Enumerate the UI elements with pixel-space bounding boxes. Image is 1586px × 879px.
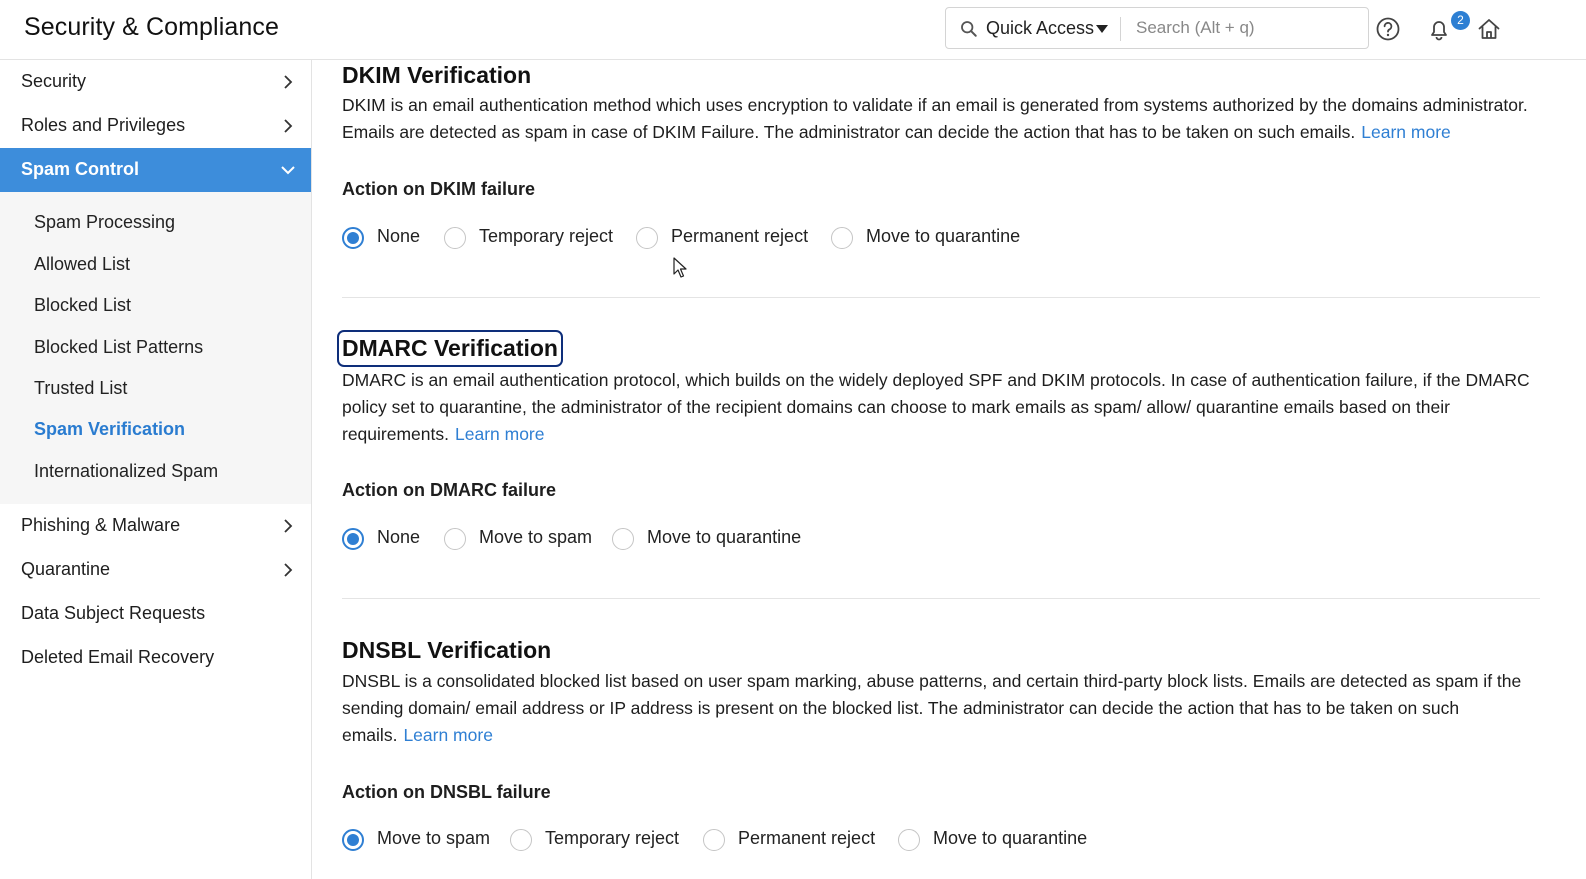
search-divider: [1120, 17, 1121, 41]
help-circle-icon[interactable]: [1375, 16, 1401, 42]
radio-label: Move to quarantine: [866, 226, 1021, 246]
sidebar-item-label: Roles and Privileges: [21, 115, 186, 135]
sidebar-item-security[interactable]: Security: [0, 60, 311, 104]
dkim-description: DKIM is an email authentication method w…: [342, 92, 1542, 146]
submenu-item-blocked-list-patterns[interactable]: Blocked List Patterns: [34, 337, 203, 358]
radio-circle[interactable]: [612, 528, 634, 550]
dnsbl-learn-more-link[interactable]: Learn more: [403, 725, 493, 745]
submenu-item-trusted-list[interactable]: Trusted List: [34, 378, 127, 399]
dmarc-description: DMARC is an email authentication protoco…: [342, 367, 1542, 448]
radio-circle[interactable]: [444, 227, 466, 249]
radio-circle[interactable]: [703, 829, 725, 851]
sidebar-item-spam-control[interactable]: Spam Control: [0, 148, 311, 192]
sidebar-item-deleted-email-recovery[interactable]: Deleted Email Recovery: [0, 636, 311, 680]
caret-down-icon[interactable]: [1096, 25, 1108, 33]
radio-label: Move to quarantine: [647, 527, 802, 547]
radio-circle[interactable]: [898, 829, 920, 851]
radio-label: None: [377, 527, 421, 547]
chevron-down-icon: [281, 166, 295, 175]
radio-label: Temporary reject: [479, 226, 614, 246]
dnsbl-description: DNSBL is a consolidated blocked list bas…: [342, 668, 1542, 749]
chevron-right-icon: [284, 563, 293, 577]
submenu-item-internationalized-spam[interactable]: Internationalized Spam: [34, 461, 218, 482]
search-input[interactable]: [1136, 14, 1356, 42]
dkim-action-label: Action on DKIM failure: [342, 179, 535, 199]
chevron-right-icon: [284, 75, 293, 89]
app-title: Security & Compliance: [24, 13, 279, 41]
quick-access-dropdown[interactable]: Quick Access: [986, 18, 1094, 39]
radio-label: Move to quarantine: [933, 828, 1088, 848]
sidebar: Security Roles and Privileges Spam Contr…: [0, 60, 312, 879]
dmarc-section-title: DMARC Verification: [337, 330, 563, 367]
submenu-item-allowed-list[interactable]: Allowed List: [34, 254, 130, 275]
dkim-description-text: DKIM is an email authentication method w…: [342, 95, 1528, 142]
radio-label: Permanent reject: [738, 828, 876, 848]
radio-circle[interactable]: [342, 227, 364, 249]
radio-label: Permanent reject: [671, 226, 809, 246]
submenu-item-spam-verification[interactable]: Spam Verification: [34, 419, 185, 440]
dmarc-action-label: Action on DMARC failure: [342, 480, 556, 500]
sidebar-item-label: Quarantine: [21, 559, 111, 579]
sidebar-item-roles-and-privileges[interactable]: Roles and Privileges: [0, 104, 311, 148]
radio-circle[interactable]: [510, 829, 532, 851]
spam-control-submenu: Spam Processing Allowed List Blocked Lis…: [0, 192, 311, 504]
dnsbl-section-title: DNSBL Verification: [342, 637, 552, 663]
search-icon: [961, 21, 977, 37]
radio-circle[interactable]: [342, 829, 364, 851]
main-content: DKIM Verification DKIM is an email authe…: [312, 60, 1586, 879]
radio-circle[interactable]: [444, 528, 466, 550]
sidebar-item-data-subject-requests[interactable]: Data Subject Requests: [0, 592, 311, 636]
chevron-right-icon: [284, 519, 293, 533]
sidebar-item-label: Deleted Email Recovery: [21, 647, 215, 667]
radio-label: Temporary reject: [545, 828, 680, 848]
mouse-cursor-icon: [673, 257, 687, 278]
radio-label: None: [377, 226, 421, 246]
radio-label: Move to spam: [377, 828, 491, 848]
sidebar-item-label: Security: [21, 71, 87, 91]
sidebar-item-quarantine[interactable]: Quarantine: [0, 548, 311, 592]
submenu-item-spam-processing[interactable]: Spam Processing: [34, 212, 175, 233]
dnsbl-description-text: DNSBL is a consolidated blocked list bas…: [342, 671, 1522, 745]
bell-icon[interactable]: [1426, 16, 1452, 42]
sidebar-item-label: Data Subject Requests: [21, 603, 206, 623]
sidebar-item-label: Phishing & Malware: [21, 515, 181, 535]
dkim-learn-more-link[interactable]: Learn more: [1361, 122, 1451, 142]
sidebar-item-phishing-malware[interactable]: Phishing & Malware: [0, 504, 311, 548]
dkim-section-title: DKIM Verification: [342, 62, 532, 88]
sidebar-item-label: Spam Control: [21, 159, 140, 179]
radio-circle[interactable]: [636, 227, 658, 249]
radio-circle[interactable]: [831, 227, 853, 249]
chevron-right-icon: [284, 119, 293, 133]
section-divider: [342, 598, 1540, 599]
top-header: Security & Compliance Quick Access 2: [0, 0, 1586, 60]
dnsbl-action-label: Action on DNSBL failure: [342, 782, 551, 802]
radio-label: Move to spam: [479, 527, 593, 547]
search-box[interactable]: Quick Access: [945, 7, 1369, 49]
notification-badge: 2: [1451, 11, 1470, 30]
dmarc-learn-more-link[interactable]: Learn more: [455, 424, 545, 444]
section-divider: [342, 297, 1540, 298]
radio-circle[interactable]: [342, 528, 364, 550]
home-icon[interactable]: [1476, 16, 1502, 42]
submenu-item-blocked-list[interactable]: Blocked List: [34, 295, 131, 316]
